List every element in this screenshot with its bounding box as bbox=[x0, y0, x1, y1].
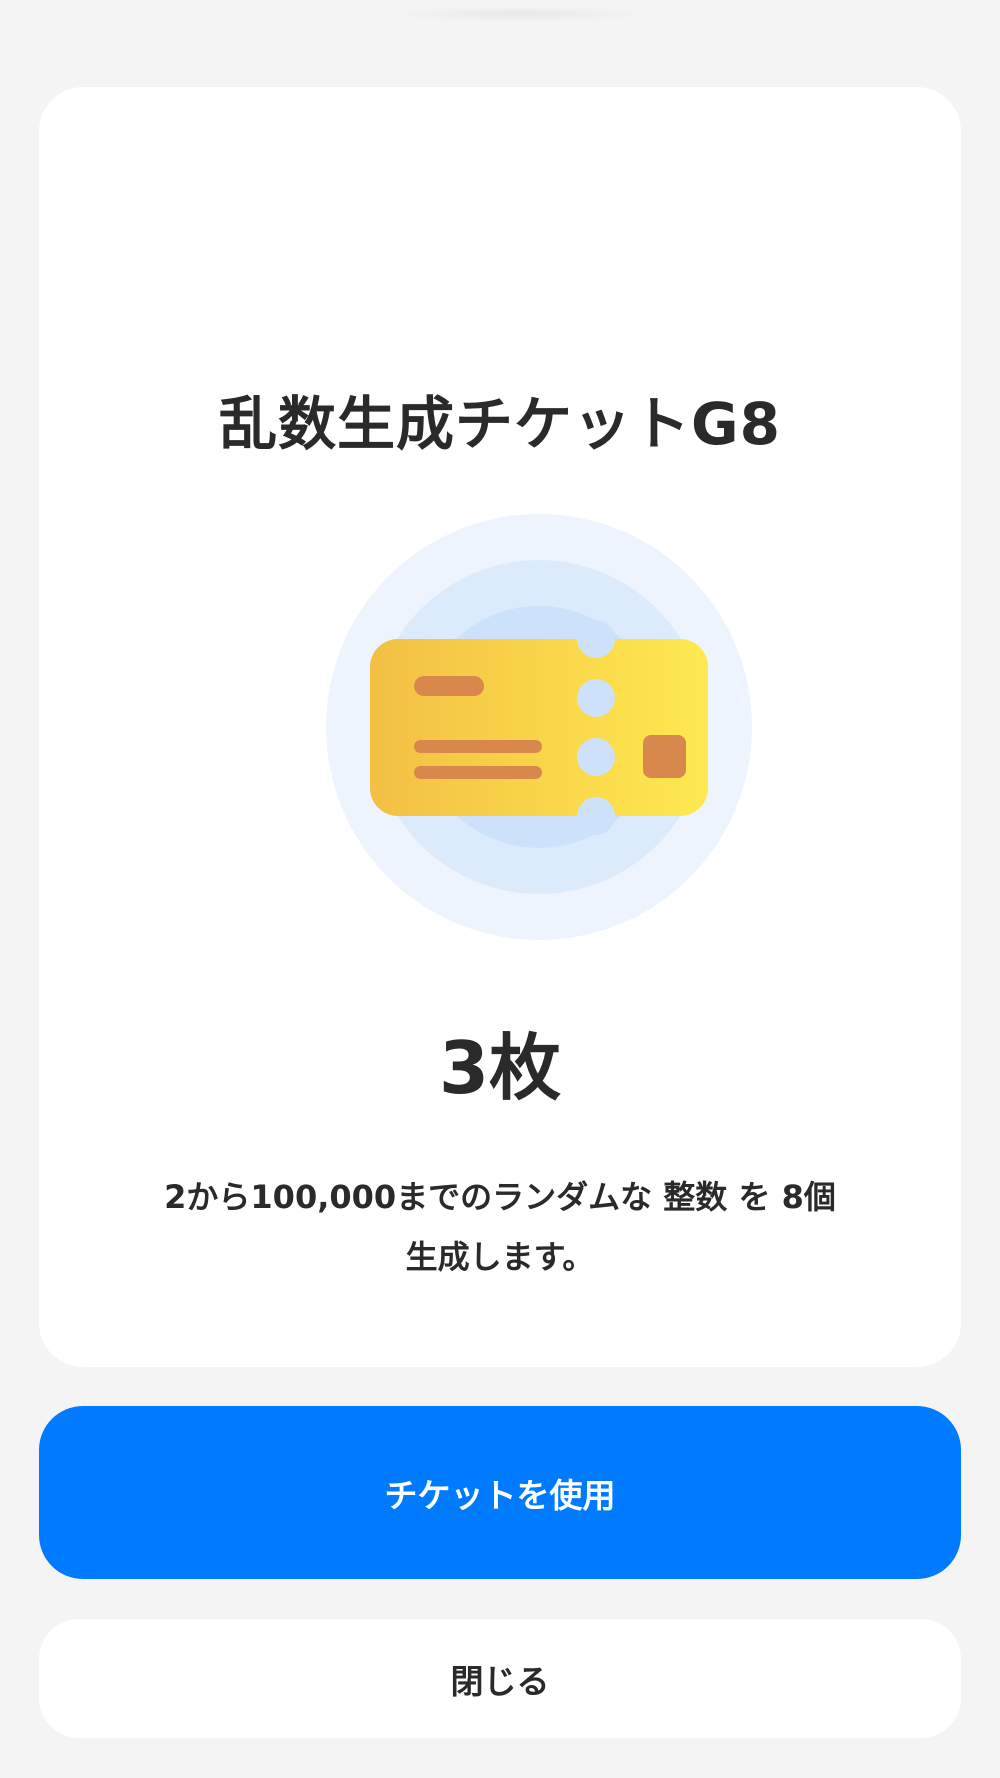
ticket-description: 2から100,000までのランダムな 整数 を 8個 生成します。 bbox=[159, 1167, 841, 1287]
ticket-title: 乱数生成チケットG8 bbox=[219, 390, 781, 458]
sheet-drag-handle[interactable] bbox=[390, 6, 650, 22]
close-button[interactable]: 閉じる bbox=[39, 1619, 961, 1738]
description-line-2: 生成します。 bbox=[405, 1238, 595, 1276]
use-ticket-button[interactable]: チケットを使用 bbox=[39, 1406, 961, 1579]
ticket-illustration bbox=[326, 514, 752, 940]
ticket-detail-card: 乱数生成チケットG8 3枚 2から100,000までのランダムな 整数 を 8個… bbox=[39, 87, 961, 1367]
description-line-1: 2から100,000までのランダムな 整数 を 8個 bbox=[164, 1178, 836, 1216]
ticket-count: 3枚 bbox=[438, 1026, 562, 1110]
ticket-icon bbox=[326, 514, 752, 940]
